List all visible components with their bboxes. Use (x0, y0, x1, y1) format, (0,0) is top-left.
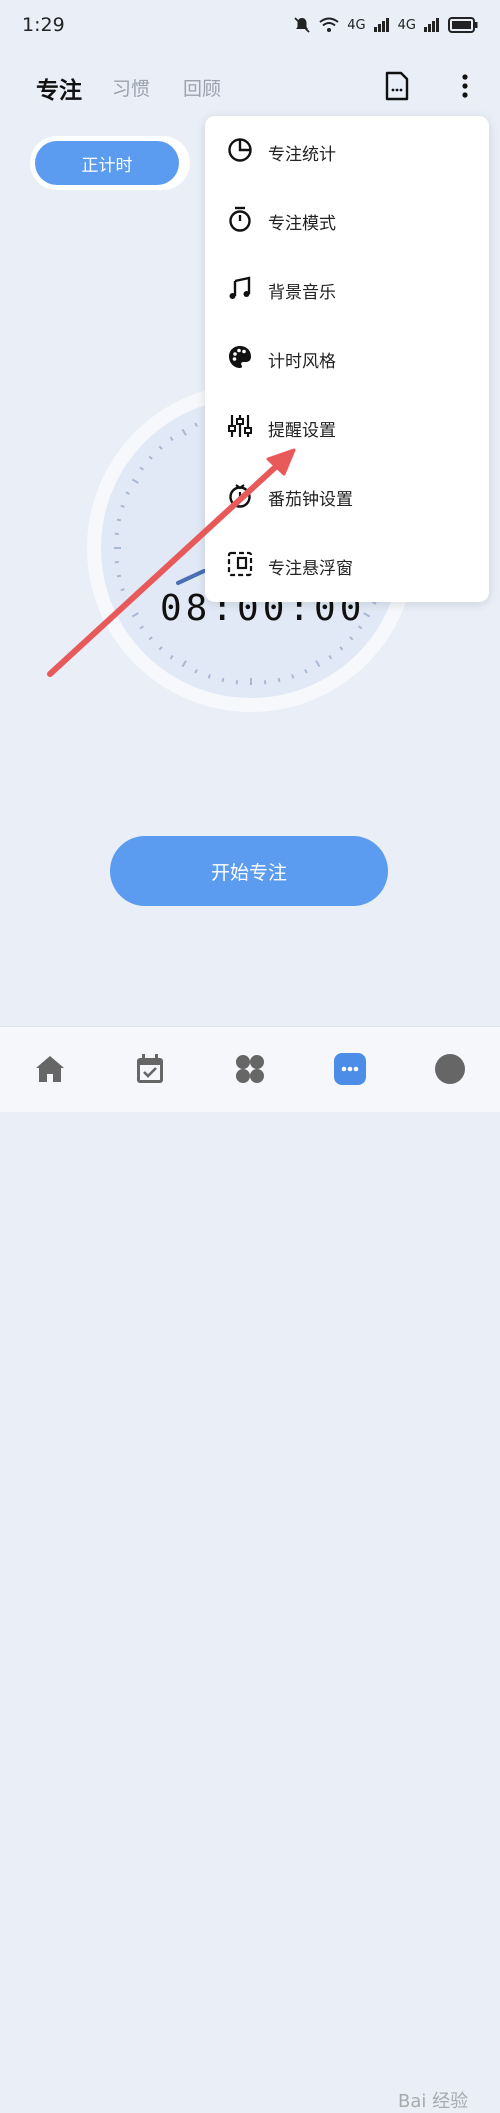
nav-focus[interactable] (332, 1051, 368, 1087)
calendar-check-icon (132, 1051, 168, 1087)
more-options-button[interactable] (452, 70, 482, 102)
count-up-mode-button[interactable]: 正计时 (35, 141, 179, 185)
stopwatch-icon (227, 206, 253, 232)
top-header: 专注 习惯 回顾 (0, 60, 500, 114)
palette-icon (227, 344, 253, 370)
dial-tick (121, 589, 125, 590)
battery-icon (448, 17, 478, 33)
network-1-label: 4G (347, 18, 365, 33)
dial-tick (279, 678, 280, 682)
timer-mode-switch: 正计时 (30, 136, 190, 190)
dial-tick (117, 520, 121, 521)
tomato-timer-icon (227, 482, 253, 508)
menu-item-focus-mode[interactable]: 专注模式 (205, 188, 489, 252)
music-note-icon (227, 275, 253, 301)
menu-item-label: 专注统计 (268, 140, 336, 165)
menu-item-reminder-settings[interactable]: 提醒设置 (205, 395, 489, 459)
nav-home[interactable] (32, 1051, 68, 1087)
menu-item-label: 专注悬浮窗 (268, 554, 353, 579)
dial-tick (209, 674, 210, 678)
menu-item-label: 计时风格 (268, 347, 336, 372)
menu-item-label: 提醒设置 (268, 416, 336, 441)
bottom-navigation: Bai 经验 (0, 1026, 500, 1112)
watermark: Bai 经验 (398, 2087, 468, 2113)
dial-tick (223, 678, 224, 682)
tab-review[interactable]: 回顾 (183, 74, 221, 101)
dial-tick (292, 674, 293, 678)
record-button[interactable] (382, 70, 412, 102)
nav-calendar[interactable] (132, 1051, 168, 1087)
focus-icon (332, 1051, 368, 1087)
status-time: 1:29 (22, 14, 65, 36)
document-icon (382, 70, 412, 102)
floating-window-icon (227, 551, 253, 577)
status-bar: 1:29 4G 4G (0, 0, 500, 50)
more-options-menu: 专注统计 专注模式 背景音乐 计时风格 (205, 116, 489, 602)
dial-tick (121, 506, 125, 507)
dial-tick (117, 576, 121, 577)
start-focus-button[interactable]: 开始专注 (110, 836, 388, 906)
mute-icon (293, 16, 311, 34)
menu-item-floating-window[interactable]: 专注悬浮窗 (205, 533, 489, 597)
sliders-icon (227, 413, 253, 439)
network-2-label: 4G (398, 18, 416, 33)
menu-item-focus-stats[interactable]: 专注统计 (205, 119, 489, 183)
signal-icon (424, 18, 440, 32)
profile-icon (432, 1051, 468, 1087)
home-icon (32, 1051, 68, 1087)
status-icons: 4G 4G (293, 16, 478, 34)
menu-item-label: 专注模式 (268, 209, 336, 234)
nav-apps[interactable] (232, 1051, 268, 1087)
menu-item-label: 背景音乐 (268, 278, 336, 303)
menu-item-pomodoro-settings[interactable]: 番茄钟设置 (205, 464, 489, 528)
menu-item-timer-style[interactable]: 计时风格 (205, 326, 489, 390)
tab-focus[interactable]: 专注 (36, 71, 82, 105)
pie-chart-icon (227, 137, 253, 163)
apps-grid-icon (232, 1051, 268, 1087)
wifi-icon (319, 17, 339, 33)
tab-habit[interactable]: 习惯 (112, 74, 150, 101)
more-vertical-icon (452, 70, 482, 102)
menu-item-label: 番茄钟设置 (268, 485, 353, 510)
nav-profile[interactable] (432, 1051, 468, 1087)
menu-item-background-music[interactable]: 背景音乐 (205, 257, 489, 321)
signal-icon (374, 18, 390, 32)
